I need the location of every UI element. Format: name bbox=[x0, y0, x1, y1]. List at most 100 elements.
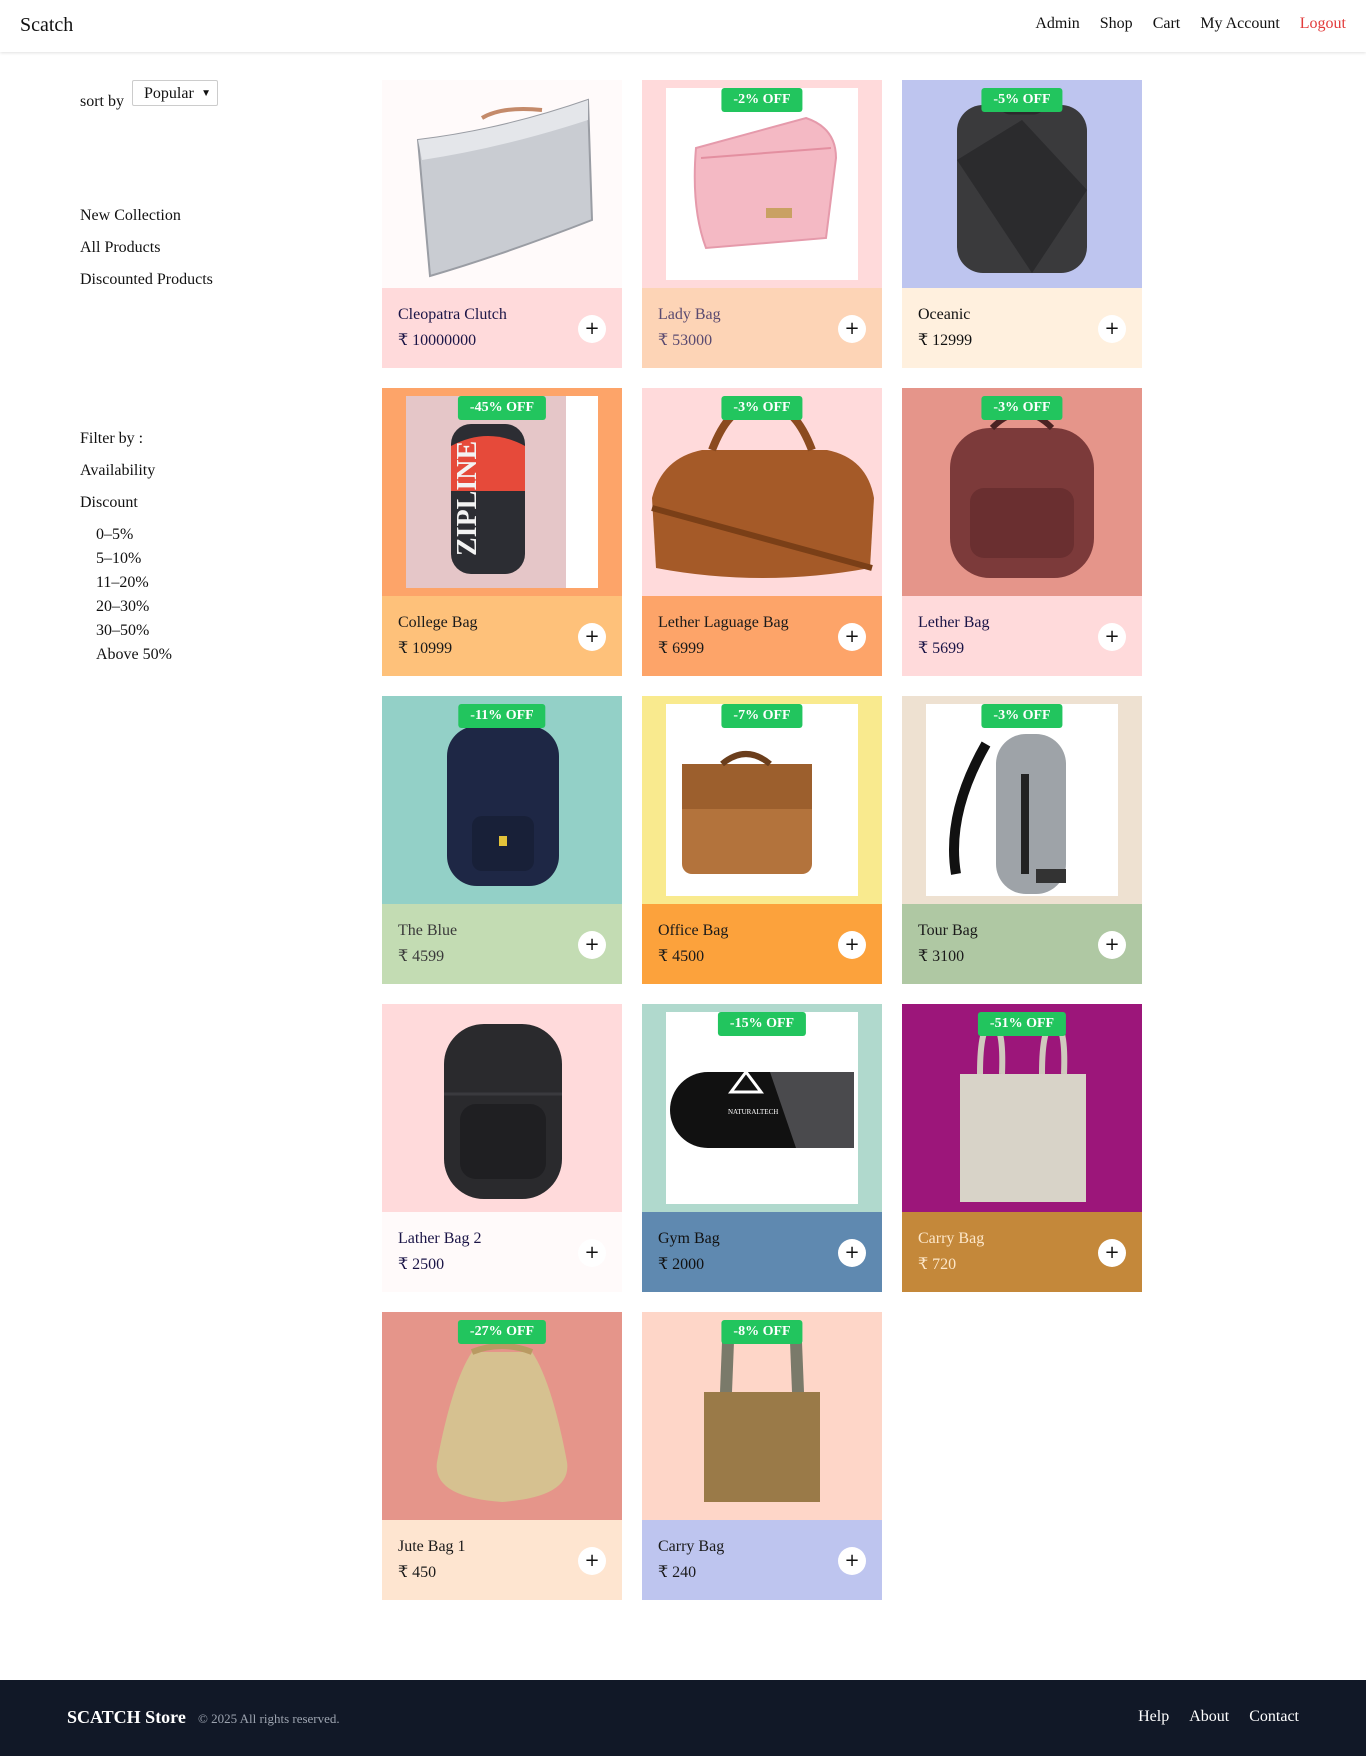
briefcase-icon bbox=[666, 704, 858, 896]
product-card[interactable]: -3% OFF Tour Bag ₹ 3100 + bbox=[902, 696, 1142, 984]
product-image-area: -45% OFF ZIPLINE bbox=[382, 388, 622, 596]
add-to-cart-button[interactable]: + bbox=[838, 623, 866, 651]
footer-link-about[interactable]: About bbox=[1189, 1708, 1229, 1726]
product-image-area: -15% OFF NATURALTECH bbox=[642, 1004, 882, 1212]
product-card[interactable]: -45% OFF ZIPLINE College Bag ₹ 10999 + bbox=[382, 388, 622, 676]
add-to-cart-button[interactable]: + bbox=[1098, 1239, 1126, 1267]
product-card[interactable]: -11% OFF The Blue ₹ 4599 + bbox=[382, 696, 622, 984]
product-card[interactable]: -3% OFF Lether Bag ₹ 5699 + bbox=[902, 388, 1142, 676]
product-price: ₹ 10000000 bbox=[398, 332, 477, 349]
product-image-area: -51% OFF bbox=[902, 1004, 1142, 1212]
nav-admin[interactable]: Admin bbox=[1035, 15, 1079, 33]
add-to-cart-button[interactable]: + bbox=[838, 1239, 866, 1267]
product-price: ₹ 5699 bbox=[918, 640, 965, 657]
add-to-cart-button[interactable]: + bbox=[578, 315, 606, 343]
chevron-down-icon: ▼ bbox=[201, 88, 211, 99]
top-navbar: Scatch Admin Shop Cart My Account Logout bbox=[0, 0, 1366, 52]
discount-badge: -11% OFF bbox=[458, 704, 546, 728]
discount-range-list: 0–5% 5–10% 11–20% 20–30% 30–50% Above 50… bbox=[96, 525, 172, 669]
nav-cart[interactable]: Cart bbox=[1153, 15, 1181, 33]
product-image-area: -3% OFF bbox=[642, 388, 882, 596]
product-name: Carry Bag bbox=[918, 1230, 985, 1247]
product-card[interactable]: -8% OFF Carry Bag ₹ 240 + bbox=[642, 1312, 882, 1600]
sort-select[interactable]: Popular ▼ bbox=[132, 80, 218, 106]
product-info-panel: Office Bag ₹ 4500 + bbox=[642, 904, 882, 984]
product-price: ₹ 2500 bbox=[398, 1256, 445, 1273]
footer: SCATCH Store © 2025 All rights reserved.… bbox=[0, 1680, 1366, 1756]
discount-range-option[interactable]: 5–10% bbox=[96, 549, 172, 573]
product-card[interactable]: -15% OFF NATURALTECH Gym Bag ₹ 2000 + bbox=[642, 1004, 882, 1292]
add-to-cart-button[interactable]: + bbox=[578, 931, 606, 959]
filter-discount[interactable]: Discount bbox=[80, 493, 172, 525]
product-name: The Blue bbox=[398, 922, 458, 939]
filter-availability[interactable]: Availability bbox=[80, 461, 172, 493]
sort-label: sort by bbox=[80, 93, 124, 110]
nav-logout[interactable]: Logout bbox=[1300, 15, 1346, 33]
product-name: Cleopatra Clutch bbox=[398, 306, 507, 323]
product-card[interactable]: -5% OFF Oceanic ₹ 12999 + bbox=[902, 80, 1142, 368]
product-card[interactable]: Lather Bag 2 ₹ 2500 + bbox=[382, 1004, 622, 1292]
product-image-area bbox=[382, 80, 622, 288]
footer-brand: SCATCH Store bbox=[67, 1707, 186, 1727]
product-card[interactable]: -51% OFF Carry Bag ₹ 720 + bbox=[902, 1004, 1142, 1292]
product-price: ₹ 240 bbox=[658, 1564, 697, 1581]
nav-my-account[interactable]: My Account bbox=[1200, 15, 1280, 33]
discount-range-option[interactable]: Above 50% bbox=[96, 645, 172, 669]
product-card[interactable]: Cleopatra Clutch ₹ 10000000 + bbox=[382, 80, 622, 368]
discount-range-option[interactable]: 11–20% bbox=[96, 573, 172, 597]
product-image-area: -2% OFF bbox=[642, 80, 882, 288]
duffel-icon: NATURALTECH bbox=[666, 1012, 858, 1204]
product-image-area: -11% OFF bbox=[382, 696, 622, 904]
product-card[interactable]: -2% OFF Lady Bag ₹ 53000 + bbox=[642, 80, 882, 368]
link-all-products[interactable]: All Products bbox=[80, 238, 213, 270]
add-to-cart-button[interactable]: + bbox=[1098, 931, 1126, 959]
discount-range-option[interactable]: 20–30% bbox=[96, 597, 172, 621]
product-name: Jute Bag 1 bbox=[398, 1538, 466, 1555]
product-info-panel: Cleopatra Clutch ₹ 10000000 + bbox=[382, 288, 622, 368]
product-image-area: -27% OFF bbox=[382, 1312, 622, 1520]
discount-badge: -3% OFF bbox=[981, 704, 1063, 728]
footer-link-help[interactable]: Help bbox=[1138, 1708, 1169, 1726]
product-price: ₹ 450 bbox=[398, 1564, 437, 1581]
add-to-cart-button[interactable]: + bbox=[1098, 623, 1126, 651]
add-to-cart-button[interactable]: + bbox=[578, 623, 606, 651]
product-card[interactable]: -3% OFF Lether Laguage Bag ₹ 6999 + bbox=[642, 388, 882, 676]
add-to-cart-button[interactable]: + bbox=[838, 315, 866, 343]
product-name: Lether Bag bbox=[918, 614, 990, 631]
link-new-collection[interactable]: New Collection bbox=[80, 206, 213, 238]
product-info-panel: College Bag ₹ 10999 + bbox=[382, 596, 622, 676]
discount-range-option[interactable]: 30–50% bbox=[96, 621, 172, 645]
footer-link-contact[interactable]: Contact bbox=[1249, 1708, 1299, 1726]
product-info-panel: Oceanic ₹ 12999 + bbox=[902, 288, 1142, 368]
product-card[interactable]: -27% OFF Jute Bag 1 ₹ 450 + bbox=[382, 1312, 622, 1600]
discount-badge: -27% OFF bbox=[457, 1320, 547, 1344]
brand-logo[interactable]: Scatch bbox=[20, 14, 73, 37]
discount-badge: -15% OFF bbox=[717, 1012, 807, 1036]
discount-range-option[interactable]: 0–5% bbox=[96, 525, 172, 549]
product-info-panel: Tour Bag ₹ 3100 + bbox=[902, 904, 1142, 984]
product-info-panel: Carry Bag ₹ 240 + bbox=[642, 1520, 882, 1600]
nav-shop[interactable]: Shop bbox=[1100, 15, 1133, 33]
product-name: Office Bag bbox=[658, 922, 729, 939]
product-info-panel: Lady Bag ₹ 53000 + bbox=[642, 288, 882, 368]
add-to-cart-button[interactable]: + bbox=[838, 1547, 866, 1575]
footer-copyright: © 2025 All rights reserved. bbox=[198, 1711, 340, 1726]
add-to-cart-button[interactable]: + bbox=[1098, 315, 1126, 343]
product-card[interactable]: -7% OFF Office Bag ₹ 4500 + bbox=[642, 696, 882, 984]
product-name: Tour Bag bbox=[918, 922, 978, 939]
product-price: ₹ 10999 bbox=[398, 640, 453, 657]
backpack-icon: ZIPLINE bbox=[406, 396, 598, 588]
add-to-cart-button[interactable]: + bbox=[838, 931, 866, 959]
discount-badge: -51% OFF bbox=[977, 1012, 1067, 1036]
filter-label: Filter by : bbox=[80, 430, 144, 447]
product-image-area: -7% OFF bbox=[642, 696, 882, 904]
link-discounted-products[interactable]: Discounted Products bbox=[80, 270, 213, 302]
discount-badge: -8% OFF bbox=[721, 1320, 803, 1344]
product-image-area: -3% OFF bbox=[902, 696, 1142, 904]
add-to-cart-button[interactable]: + bbox=[578, 1239, 606, 1267]
discount-badge: -2% OFF bbox=[721, 88, 803, 112]
add-to-cart-button[interactable]: + bbox=[578, 1547, 606, 1575]
discount-badge: -45% OFF bbox=[457, 396, 547, 420]
product-image-area bbox=[382, 1004, 622, 1212]
discount-badge: -5% OFF bbox=[981, 88, 1063, 112]
